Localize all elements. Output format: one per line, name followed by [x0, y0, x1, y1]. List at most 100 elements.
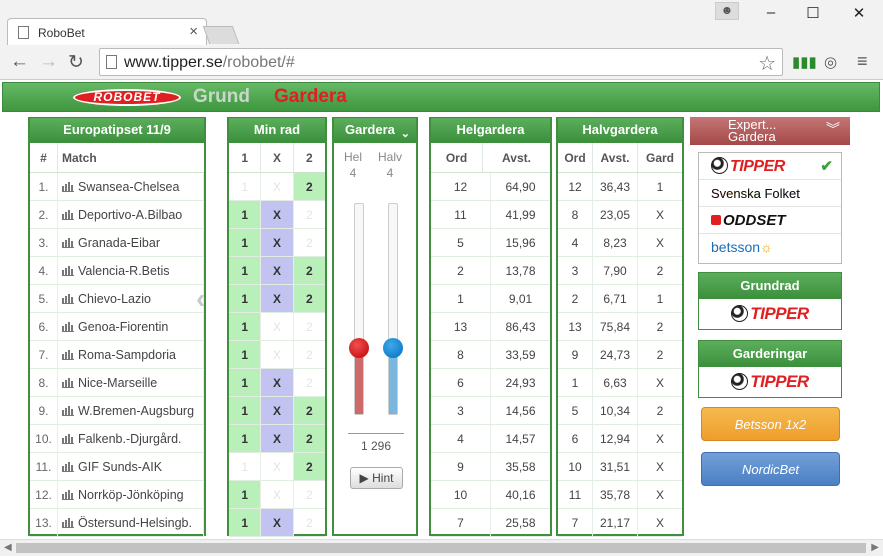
pick-2-toggle[interactable]: 2 [293, 173, 325, 200]
pick-2-toggle[interactable]: 2 [294, 509, 325, 536]
match-row[interactable]: 13. Östersund-Helsingb. [30, 509, 204, 537]
scrollbar-thumb[interactable] [16, 543, 866, 553]
match-row[interactable]: 8. Nice-Marseille [30, 369, 204, 397]
pick-1-toggle[interactable]: 1 [229, 397, 262, 424]
halv-slider[interactable] [383, 203, 403, 415]
match-name[interactable]: Roma-Sampdoria [58, 341, 204, 368]
match-row[interactable]: 11. GIF Sunds-AIK [30, 453, 204, 481]
horizontal-scrollbar[interactable]: ◀ ▶ [0, 539, 883, 556]
chevron-down-icon[interactable]: ⌄ [401, 122, 410, 146]
pick-2-toggle[interactable]: 2 [294, 229, 325, 256]
pick-2-toggle[interactable]: 2 [293, 257, 325, 284]
pick-x-toggle[interactable]: X [261, 369, 294, 396]
source-betsson[interactable]: betsson☼ [699, 234, 841, 261]
match-name[interactable]: Granada-Eibar [58, 229, 204, 256]
pick-1-toggle[interactable]: 1 [229, 341, 262, 368]
pick-2-toggle[interactable]: 2 [294, 481, 325, 508]
stats-icon[interactable] [62, 210, 74, 220]
match-name[interactable]: W.Bremen-Augsburg [58, 397, 204, 424]
menu-icon[interactable]: ≡ [857, 51, 868, 72]
pick-2-toggle[interactable]: 2 [293, 397, 325, 424]
match-row[interactable]: 6. Genoa-Fiorentin [30, 313, 204, 341]
garderingar-box[interactable]: Garderingar TIPPER [698, 340, 842, 398]
pick-x-toggle[interactable]: X [261, 229, 294, 256]
expert-gardera-button[interactable]: Expert... Gardera ︾ [690, 117, 850, 145]
user-icon[interactable]: ☻ [715, 2, 739, 20]
maximize-icon[interactable]: ☐ [802, 4, 824, 24]
match-name[interactable]: Deportivo-A.Bilbao [58, 201, 204, 228]
close-window-icon[interactable]: ✕ [848, 4, 870, 24]
halv-slider-handle[interactable] [383, 338, 403, 358]
pick-2-toggle[interactable]: 2 [294, 313, 325, 340]
match-row[interactable]: 1. Swansea-Chelsea [30, 173, 204, 201]
stats-icon[interactable] [62, 294, 74, 304]
pick-x-toggle[interactable]: X [261, 201, 294, 228]
stats-icon[interactable] [62, 350, 74, 360]
mode-grund-link[interactable]: Grund [193, 86, 250, 108]
stats-icon[interactable] [62, 462, 74, 472]
source-tipper[interactable]: TIPPER ✔ [699, 153, 841, 180]
gardera-title[interactable]: Gardera ⌄ [334, 117, 416, 143]
close-tab-icon[interactable]: × [189, 23, 198, 40]
browser-tab[interactable]: RoboBet × [7, 18, 207, 45]
collapse-left-icon[interactable]: ‹ [196, 283, 205, 315]
pick-x-toggle[interactable]: X [261, 313, 294, 340]
match-name[interactable]: Genoa-Fiorentin [58, 313, 204, 340]
pick-x-toggle[interactable]: X [261, 425, 294, 452]
url-text[interactable]: www.tipper.se/robobet/# [124, 54, 295, 72]
pick-2-toggle[interactable]: 2 [293, 453, 325, 480]
match-row[interactable]: 5. Chievo-Lazio [30, 285, 204, 313]
pick-1-toggle[interactable]: 1 [229, 285, 262, 312]
pick-x-toggle[interactable]: X [261, 173, 294, 200]
stats-icon[interactable] [62, 182, 74, 192]
pick-1-toggle[interactable]: 1 [229, 369, 262, 396]
scroll-right-icon[interactable]: ▶ [871, 542, 879, 553]
pick-1-toggle[interactable]: 1 [229, 425, 262, 452]
match-row[interactable]: 9. W.Bremen-Augsburg [30, 397, 204, 425]
reload-icon[interactable]: ↻ [68, 51, 84, 74]
hel-slider-handle[interactable] [349, 338, 369, 358]
stats-icon[interactable] [62, 266, 74, 276]
betsson-1x2-button[interactable]: Betsson 1x2 [701, 407, 840, 441]
stats-icon[interactable] [62, 406, 74, 416]
new-tab-button[interactable] [202, 26, 240, 44]
minimize-icon[interactable]: – [760, 4, 782, 24]
pick-2-toggle[interactable]: 2 [294, 369, 325, 396]
pick-x-toggle[interactable]: X [261, 481, 294, 508]
match-name[interactable]: Nice-Marseille [58, 369, 204, 396]
match-row[interactable]: 3. Granada-Eibar [30, 229, 204, 257]
stats-icon[interactable] [62, 518, 74, 528]
pick-x-toggle[interactable]: X [261, 257, 294, 284]
scroll-left-icon[interactable]: ◀ [4, 542, 12, 553]
nordicbet-button[interactable]: NordicBet [701, 452, 840, 486]
extension-chart-icon[interactable]: ▮▮▮ [792, 53, 817, 71]
stats-icon[interactable] [62, 322, 74, 332]
match-name[interactable]: Swansea-Chelsea [58, 173, 204, 200]
pick-2-toggle[interactable]: 2 [294, 341, 325, 368]
grundrad-box[interactable]: Grundrad TIPPER [698, 272, 842, 330]
match-name[interactable]: Falkenb.-Djurgård. [58, 425, 204, 452]
source-svenska-folket[interactable]: Svenska Folket [699, 180, 841, 207]
pick-1-toggle[interactable]: 1 [229, 509, 262, 536]
bookmark-star-icon[interactable]: ☆ [758, 51, 776, 76]
stats-icon[interactable] [62, 434, 74, 444]
match-row[interactable]: 10. Falkenb.-Djurgård. [30, 425, 204, 453]
forward-icon[interactable]: → [39, 51, 58, 73]
pick-x-toggle[interactable]: X [261, 453, 294, 480]
match-row[interactable]: 7. Roma-Sampdoria [30, 341, 204, 369]
address-bar[interactable]: www.tipper.se/robobet/# ☆ [99, 48, 783, 76]
hint-button[interactable]: ▶ Hint [350, 467, 403, 489]
pick-2-toggle[interactable]: 2 [293, 285, 325, 312]
match-name[interactable]: Norrköp-Jönköping [58, 481, 204, 508]
stats-icon[interactable] [62, 378, 74, 388]
match-row[interactable]: 12. Norrköp-Jönköping [30, 481, 204, 509]
match-row[interactable]: 2. Deportivo-A.Bilbao [30, 201, 204, 229]
pick-x-toggle[interactable]: X [261, 509, 294, 536]
mode-gardera-link[interactable]: Gardera [274, 86, 347, 108]
match-name[interactable]: Valencia-R.Betis [58, 257, 204, 284]
pick-1-toggle[interactable]: 1 [229, 313, 262, 340]
page-info-icon[interactable] [106, 55, 117, 69]
pick-2-toggle[interactable]: 2 [293, 425, 325, 452]
pick-1-toggle[interactable]: 1 [229, 201, 262, 228]
back-icon[interactable]: ← [10, 51, 29, 73]
